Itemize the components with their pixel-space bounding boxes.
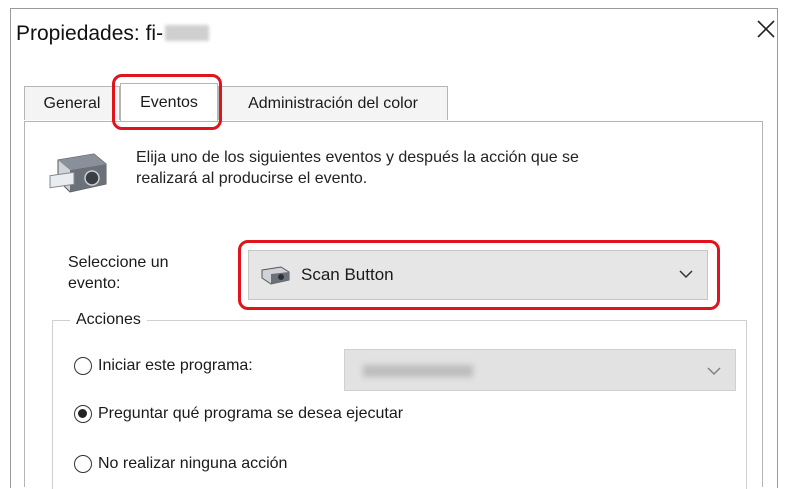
select-event-label-line-2: evento:	[68, 275, 121, 292]
radio-no-action-label: No realizar ninguna acción	[98, 455, 288, 472]
chevron-down-icon	[679, 270, 693, 279]
radio-start-program-circle[interactable]	[74, 357, 92, 375]
instructions-line-1: Elija uno de los siguientes eventos y de…	[136, 149, 579, 166]
radio-start-program[interactable]: Iniciar este programa:	[74, 357, 253, 375]
radio-ask-program[interactable]: Preguntar qué programa se desea ejecutar	[74, 405, 403, 423]
close-icon	[757, 20, 775, 38]
radio-ask-program-label: Preguntar qué programa se desea ejecutar	[98, 405, 404, 422]
tab-admin-label: Administración del color	[248, 94, 418, 112]
radio-ask-program-circle[interactable]	[74, 405, 92, 423]
event-select[interactable]: Scan Button	[248, 250, 708, 300]
redacted-model-name	[165, 25, 210, 41]
tab-eventos-label: Eventos	[140, 93, 198, 111]
radio-no-action[interactable]: No realizar ninguna acción	[74, 455, 287, 473]
window-title: Propiedades: fi-	[16, 22, 210, 46]
program-select-blurred-value	[363, 365, 473, 377]
scanner-small-icon	[261, 266, 290, 285]
program-select	[344, 349, 736, 391]
tab-general-label: General	[43, 94, 101, 112]
close-button[interactable]	[745, 8, 787, 50]
instructions-line-2: realizará al producirse el evento.	[136, 170, 368, 187]
select-event-label: Seleccione un evento:	[68, 252, 218, 294]
select-event-label-line-1: Seleccione un	[68, 254, 169, 271]
radio-no-action-circle[interactable]	[74, 455, 92, 473]
tab-strip: General Eventos Administración del color	[24, 83, 763, 122]
event-select-value: Scan Button	[301, 265, 394, 284]
actions-group-title: Acciones	[70, 311, 147, 329]
scanner-icon	[48, 150, 114, 201]
window-title-text: Propiedades: fi-	[16, 22, 164, 45]
chevron-down-icon	[707, 367, 721, 376]
radio-start-program-label: Iniciar este programa:	[98, 357, 253, 374]
tab-administracion-color[interactable]: Administración del color	[218, 86, 448, 120]
tab-eventos[interactable]: Eventos	[120, 83, 218, 121]
tab-general[interactable]: General	[24, 86, 120, 120]
instructions-text: Elija uno de los siguientes eventos y de…	[136, 147, 716, 189]
